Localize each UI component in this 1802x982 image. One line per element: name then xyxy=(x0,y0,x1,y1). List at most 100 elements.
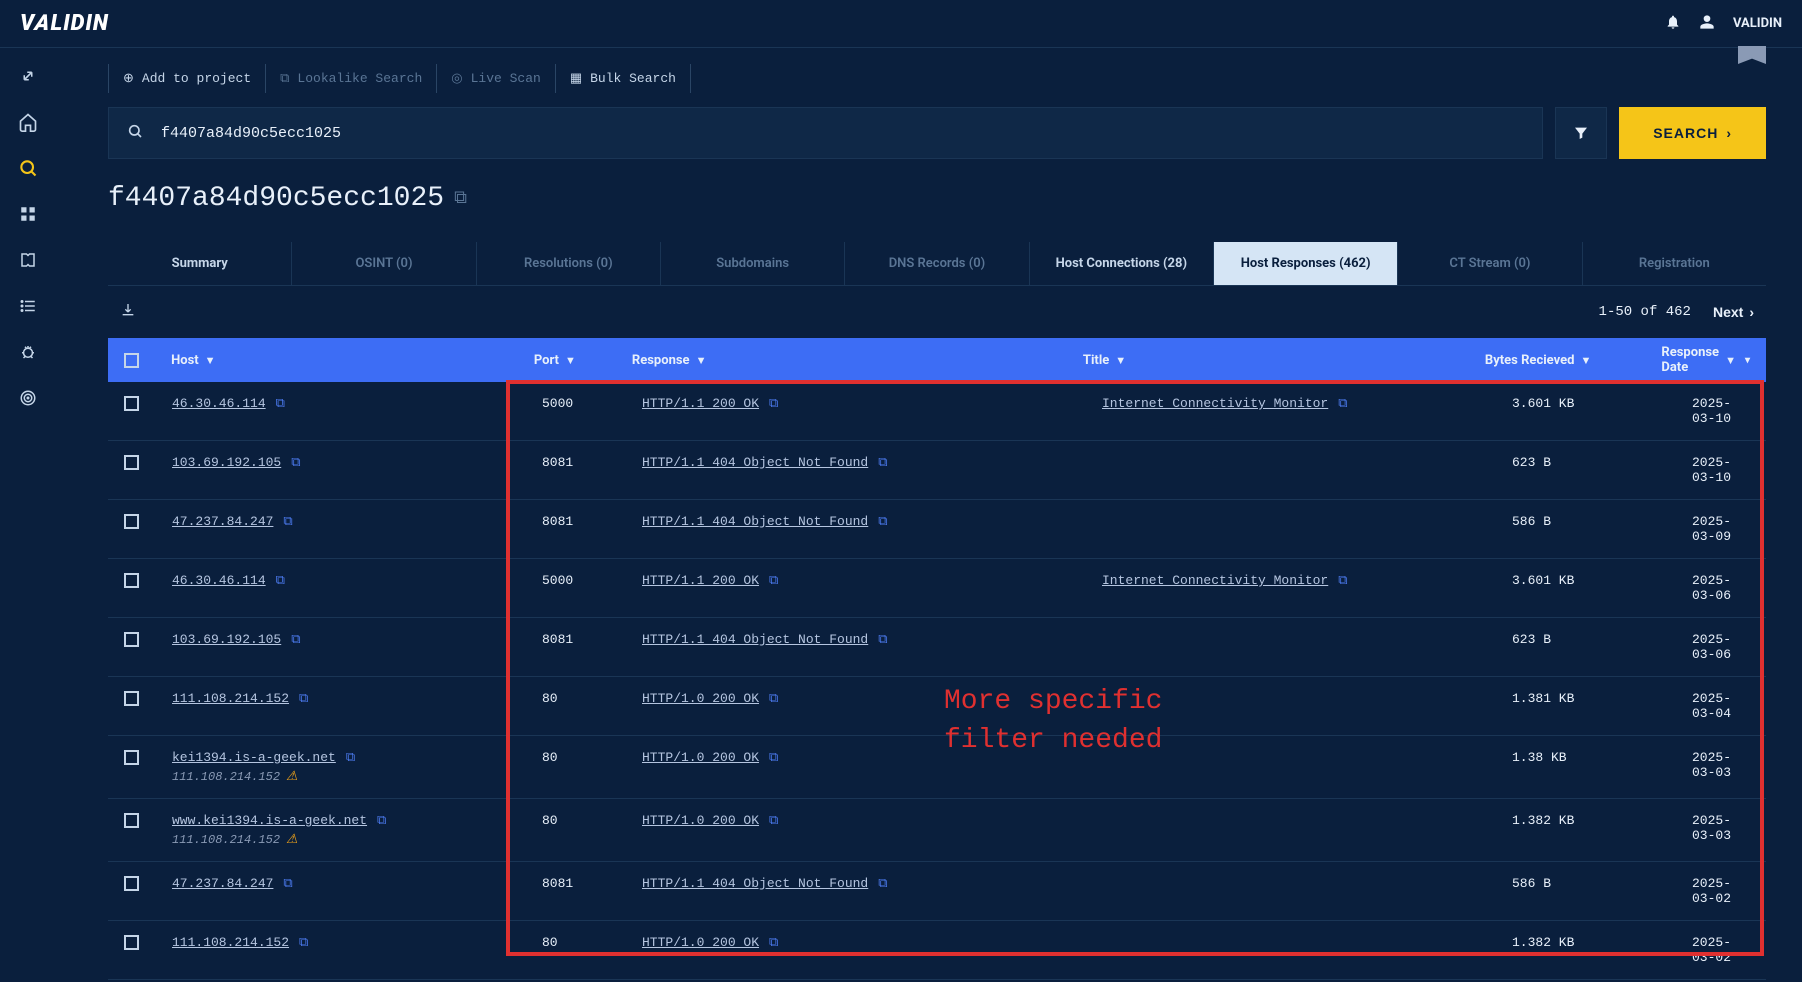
copy-icon[interactable]: ⧉ xyxy=(769,813,778,828)
row-checkbox[interactable] xyxy=(124,935,139,950)
funnel-icon: ▼ xyxy=(1580,354,1591,367)
host-link[interactable]: www.kei1394.is-a-geek.net xyxy=(172,813,367,828)
copy-icon[interactable]: ⧉ xyxy=(454,188,467,209)
host-link[interactable]: 47.237.84.247 xyxy=(172,876,273,891)
column-date[interactable]: Response Date▼▾ xyxy=(1661,345,1750,375)
select-all-checkbox[interactable] xyxy=(124,353,139,368)
response-link[interactable]: HTTP/1.0 200 OK xyxy=(642,935,759,950)
host-sub-ip: 111.108.214.152 ⚠ xyxy=(172,769,542,784)
tab-4[interactable]: DNS Records (0) xyxy=(845,242,1029,285)
column-response[interactable]: Response▼ xyxy=(632,353,1083,368)
bulk-search-button[interactable]: ▦ Bulk Search xyxy=(556,64,691,93)
copy-icon[interactable]: ⧉ xyxy=(769,396,778,411)
download-icon[interactable] xyxy=(120,302,136,322)
search-icon[interactable] xyxy=(16,156,40,180)
expand-icon[interactable] xyxy=(16,64,40,88)
row-checkbox[interactable] xyxy=(124,691,139,706)
book-icon[interactable] xyxy=(16,248,40,272)
copy-icon[interactable]: ⧉ xyxy=(299,691,308,706)
host-link[interactable]: 46.30.46.114 xyxy=(172,573,266,588)
title-link[interactable]: Internet Connectivity Monitor xyxy=(1102,573,1328,588)
search-input[interactable] xyxy=(161,125,1524,142)
column-host[interactable]: Host▼ xyxy=(171,353,534,368)
host-link[interactable]: 103.69.192.105 xyxy=(172,455,281,470)
column-title[interactable]: Title▼ xyxy=(1083,353,1485,368)
live-scan-button[interactable]: ◎ Live Scan xyxy=(437,64,556,93)
filter-button[interactable] xyxy=(1555,107,1607,159)
title-link[interactable]: Internet Connectivity Monitor xyxy=(1102,396,1328,411)
tab-6[interactable]: Host Responses (462) xyxy=(1214,242,1398,285)
pager-row: 1-50 of 462 Next › xyxy=(108,286,1766,338)
tab-0[interactable]: Summary xyxy=(108,242,292,285)
user-name[interactable]: VALIDIN xyxy=(1733,16,1782,31)
column-bytes[interactable]: Bytes Recieved▼ xyxy=(1485,353,1661,368)
radar-icon: ◎ xyxy=(451,71,462,86)
home-icon[interactable] xyxy=(16,110,40,134)
host-link[interactable]: kei1394.is-a-geek.net xyxy=(172,750,336,765)
response-link[interactable]: HTTP/1.1 404 Object Not Found xyxy=(642,514,868,529)
copy-icon[interactable]: ⧉ xyxy=(769,691,778,706)
row-checkbox[interactable] xyxy=(124,876,139,891)
copy-icon[interactable]: ⧉ xyxy=(878,632,887,647)
copy-icon[interactable]: ⧉ xyxy=(1338,396,1347,411)
response-link[interactable]: HTTP/1.0 200 OK xyxy=(642,750,759,765)
row-checkbox[interactable] xyxy=(124,750,139,765)
bug-icon[interactable] xyxy=(16,340,40,364)
lookalike-search-button[interactable]: ⧉ Lookalike Search xyxy=(266,64,437,93)
column-port[interactable]: Port▼ xyxy=(534,353,632,368)
copy-icon[interactable]: ⧉ xyxy=(769,750,778,765)
response-link[interactable]: HTTP/1.1 200 OK xyxy=(642,396,759,411)
tab-2[interactable]: Resolutions (0) xyxy=(477,242,661,285)
copy-icon[interactable]: ⧉ xyxy=(346,750,355,765)
copy-icon[interactable]: ⧉ xyxy=(299,935,308,950)
copy-icon[interactable]: ⧉ xyxy=(878,514,887,529)
host-link[interactable]: 46.30.46.114 xyxy=(172,396,266,411)
host-link[interactable]: 111.108.214.152 xyxy=(172,935,289,950)
host-link[interactable]: 47.237.84.247 xyxy=(172,514,273,529)
tab-8[interactable]: Registration xyxy=(1583,242,1766,285)
response-link[interactable]: HTTP/1.1 200 OK xyxy=(642,573,759,588)
tab-5[interactable]: Host Connections (28) xyxy=(1030,242,1214,285)
copy-icon[interactable]: ⧉ xyxy=(276,396,285,411)
copy-icon[interactable]: ⧉ xyxy=(878,876,887,891)
host-link[interactable]: 111.108.214.152 xyxy=(172,691,289,706)
row-checkbox[interactable] xyxy=(124,455,139,470)
tab-3[interactable]: Subdomains xyxy=(661,242,845,285)
response-link[interactable]: HTTP/1.1 404 Object Not Found xyxy=(642,632,868,647)
copy-icon[interactable]: ⧉ xyxy=(1338,573,1347,588)
search-button[interactable]: SEARCH › xyxy=(1619,107,1766,159)
row-checkbox[interactable] xyxy=(124,514,139,529)
list-icon[interactable] xyxy=(16,294,40,318)
grid-icon[interactable] xyxy=(16,202,40,226)
bell-icon[interactable] xyxy=(1665,14,1681,34)
add-to-project-button[interactable]: ⊕ Add to project xyxy=(108,64,266,93)
tab-7[interactable]: CT Stream (0) xyxy=(1398,242,1582,285)
row-checkbox[interactable] xyxy=(124,396,139,411)
table-header: Host▼ Port▼ Response▼ Title▼ Bytes Recie… xyxy=(108,338,1766,382)
copy-icon[interactable]: ⧉ xyxy=(283,514,292,529)
row-checkbox[interactable] xyxy=(124,813,139,828)
target-icon[interactable] xyxy=(16,386,40,410)
copy-icon[interactable]: ⧉ xyxy=(377,813,386,828)
funnel-icon: ▼ xyxy=(696,354,707,367)
host-link[interactable]: 103.69.192.105 xyxy=(172,632,281,647)
bookmark-icon[interactable] xyxy=(1738,46,1766,64)
date-cell: 2025-03-06 xyxy=(1692,573,1750,603)
funnel-icon: ▼ xyxy=(205,354,216,367)
user-icon[interactable] xyxy=(1699,14,1715,34)
row-checkbox[interactable] xyxy=(124,573,139,588)
copy-icon[interactable]: ⧉ xyxy=(283,876,292,891)
copy-icon[interactable]: ⧉ xyxy=(769,935,778,950)
copy-icon[interactable]: ⧉ xyxy=(291,632,300,647)
tab-1[interactable]: OSINT (0) xyxy=(292,242,476,285)
response-link[interactable]: HTTP/1.0 200 OK xyxy=(642,813,759,828)
response-link[interactable]: HTTP/1.1 404 Object Not Found xyxy=(642,876,868,891)
copy-icon[interactable]: ⧉ xyxy=(878,455,887,470)
row-checkbox[interactable] xyxy=(124,632,139,647)
copy-icon[interactable]: ⧉ xyxy=(276,573,285,588)
response-link[interactable]: HTTP/1.0 200 OK xyxy=(642,691,759,706)
copy-icon[interactable]: ⧉ xyxy=(769,573,778,588)
next-button[interactable]: Next › xyxy=(1713,304,1754,320)
response-link[interactable]: HTTP/1.1 404 Object Not Found xyxy=(642,455,868,470)
copy-icon[interactable]: ⧉ xyxy=(291,455,300,470)
